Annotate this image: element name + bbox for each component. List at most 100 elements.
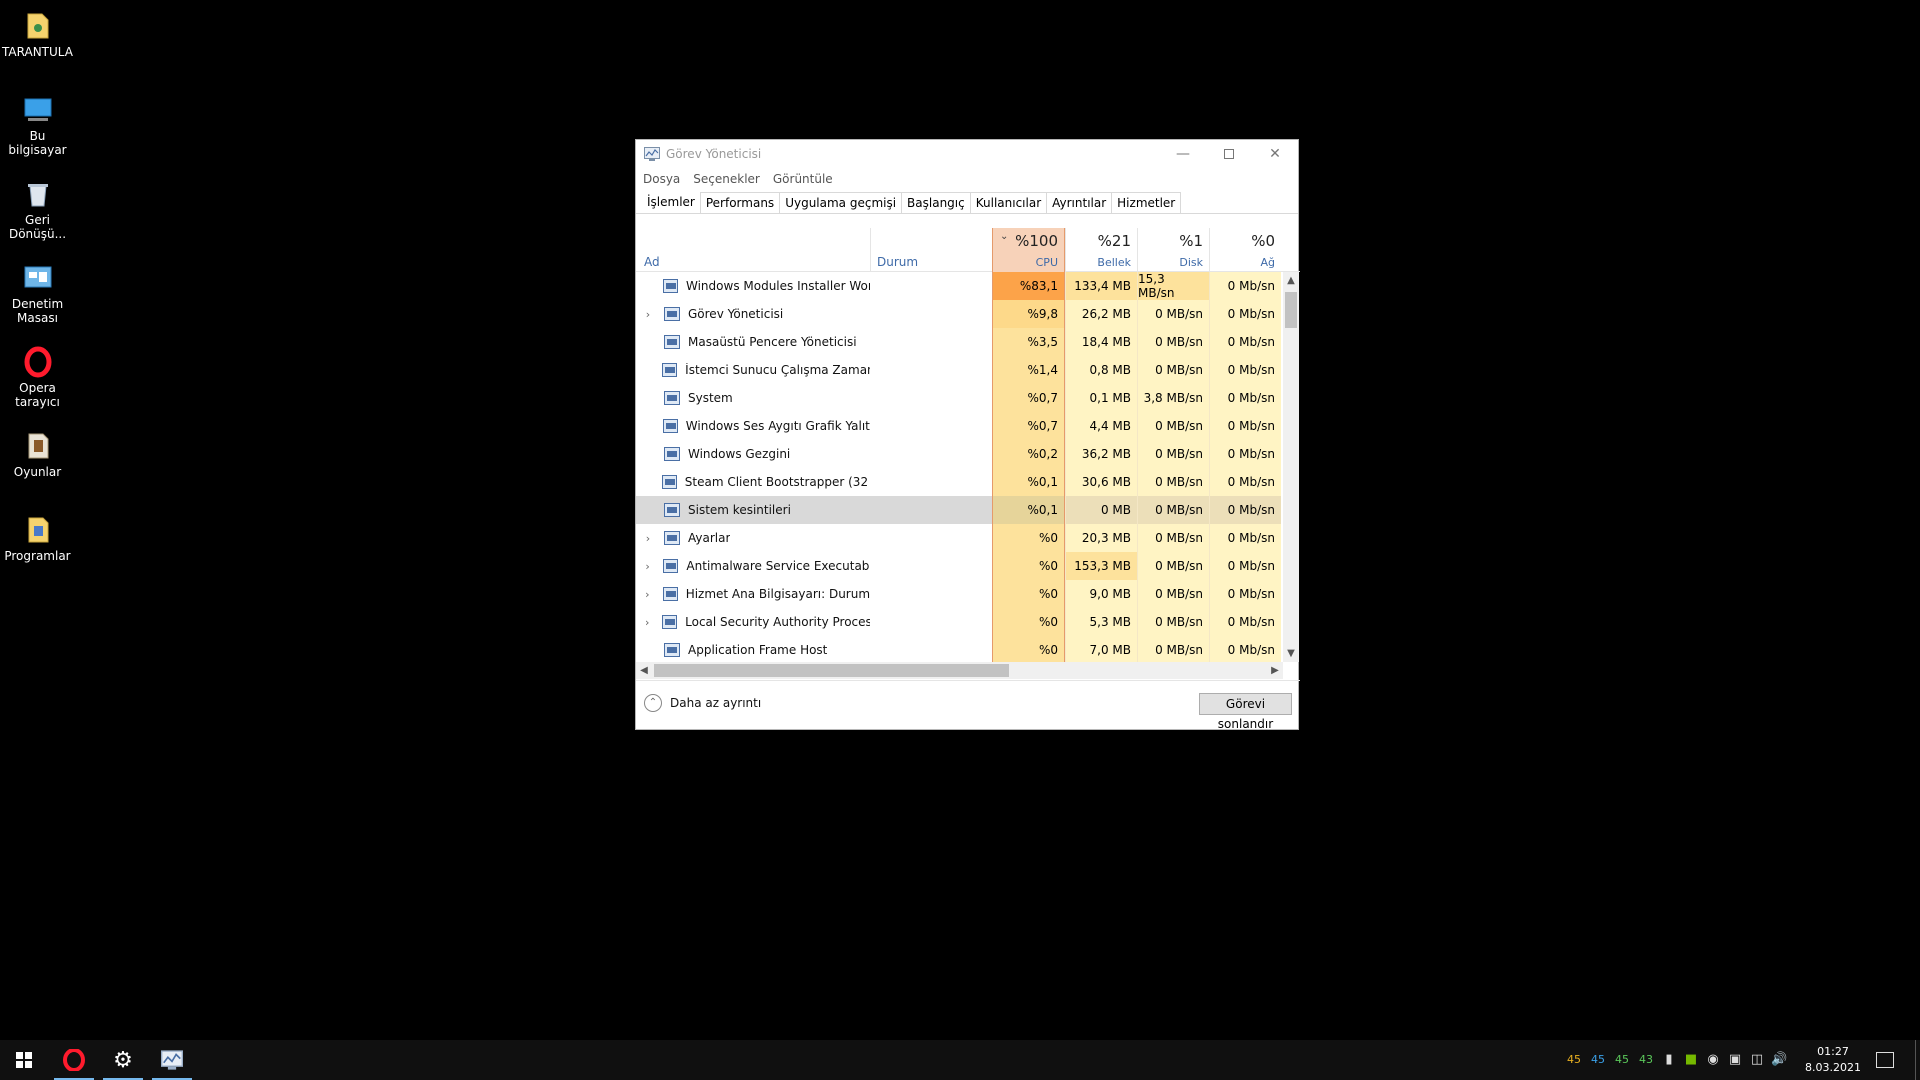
tab-startup[interactable]: Başlangıç: [901, 192, 971, 213]
desktop-icon[interactable]: TARANTULA: [0, 10, 75, 59]
scroll-down-icon[interactable]: ▼: [1283, 645, 1299, 662]
recycle-bin-icon: [22, 178, 54, 210]
menu-view[interactable]: Görüntüle: [773, 172, 833, 186]
notifications-icon[interactable]: [1876, 1052, 1894, 1068]
scroll-thumb[interactable]: [1285, 292, 1297, 328]
desktop-icon[interactable]: Oyunlar: [0, 430, 75, 479]
process-cpu-cell: %0: [992, 552, 1065, 580]
window-icon: [662, 279, 678, 293]
steam-icon[interactable]: ◉: [1705, 1052, 1721, 1068]
process-row[interactable]: › Antimalware Service Executable %0 153,3 M…: [636, 552, 1283, 580]
scroll-right-icon[interactable]: ▶: [1267, 662, 1283, 679]
process-name-cell: › Antimalware Service Executable: [636, 552, 870, 580]
network-icon[interactable]: ◫: [1749, 1052, 1765, 1068]
horizontal-scrollbar[interactable]: ◀ ▶: [636, 662, 1283, 679]
tab-performance[interactable]: Performans: [699, 192, 781, 213]
process-memory-cell: 30,6 MB: [1065, 468, 1137, 496]
scroll-up-icon[interactable]: ▲: [1283, 272, 1299, 289]
volume-icon[interactable]: 🔊: [1771, 1052, 1787, 1068]
process-cpu-cell: %0,2: [992, 440, 1065, 468]
taskbar-settings[interactable]: ⚙: [99, 1040, 147, 1080]
desktop-icon[interactable]: Bu bilgisayar: [0, 94, 75, 157]
start-button[interactable]: [0, 1040, 48, 1080]
window-icon: [664, 643, 680, 657]
expand-chevron-icon[interactable]: ›: [640, 616, 654, 629]
process-row[interactable]: › Local Security Authority Process... %0 5,…: [636, 608, 1283, 636]
tray-temp-1[interactable]: 45: [1567, 1053, 1581, 1066]
desktop-icon[interactable]: Opera tarayıcı: [0, 346, 75, 409]
process-cpu-cell: %9,8: [992, 300, 1065, 328]
process-name: Görev Yöneticisi: [688, 307, 784, 321]
taskbar-opera[interactable]: [50, 1040, 98, 1080]
desktop-icon[interactable]: Geri Dönüşü...: [0, 178, 75, 241]
maximize-icon: [1224, 149, 1234, 159]
column-disk[interactable]: %1 Disk: [1137, 228, 1209, 272]
vertical-scrollbar[interactable]: ▲ ▼: [1283, 272, 1299, 662]
nvidia-icon[interactable]: ■: [1683, 1052, 1699, 1068]
usb-icon[interactable]: ▮: [1661, 1052, 1677, 1068]
process-row[interactable]: Windows Gezgini %0,2 36,2 MB 0 MB/sn 0 Mb/sn: [636, 440, 1283, 468]
column-network[interactable]: %0 Ağ: [1209, 228, 1281, 272]
tab-app-history[interactable]: Uygulama geçmişi: [779, 192, 903, 213]
steam-icon: [662, 475, 677, 489]
process-row[interactable]: System %0,7 0,1 MB 3,8 MB/sn 0 Mb/sn: [636, 384, 1283, 412]
column-memory[interactable]: %21 Bellek: [1065, 228, 1137, 272]
tray-temp-4[interactable]: 43: [1639, 1053, 1653, 1066]
desktop-icon-label: Denetim Masası: [11, 297, 64, 325]
window-icon: [663, 559, 679, 573]
process-name-cell: Windows Ses Aygıtı Grafik Yalıtı...: [636, 412, 870, 440]
expand-chevron-icon[interactable]: ›: [640, 308, 656, 321]
process-name-cell: System: [636, 384, 870, 412]
menu-options[interactable]: Seçenekler: [693, 172, 760, 186]
fewer-details-button[interactable]: ⌃ Daha az ayrıntı: [644, 694, 761, 712]
process-row[interactable]: Steam Client Bootstrapper (32 bit) %0,130…: [636, 468, 1283, 496]
process-row[interactable]: Sistem kesintileri %0,1 0 MB 0 MB/sn 0 Mb/sn: [636, 496, 1283, 524]
column-cpu[interactable]: ⌄ %100 CPU: [992, 228, 1065, 272]
process-name-cell: Sistem kesintileri: [636, 496, 870, 524]
expand-chevron-icon[interactable]: ›: [640, 588, 655, 601]
process-row[interactable]: İstemci Sunucu Çalışma Zamanı... %1,4 0,8 …: [636, 356, 1283, 384]
process-disk-cell: 0 MB/sn: [1137, 580, 1209, 608]
tab-users[interactable]: Kullanıcılar: [969, 192, 1048, 213]
minimize-button[interactable]: —: [1160, 140, 1206, 168]
process-row[interactable]: Masaüstü Pencere Yöneticisi %3,5 18,4 MB 0 …: [636, 328, 1283, 356]
clock[interactable]: 01:27 8.03.2021: [1805, 1044, 1861, 1076]
process-row[interactable]: Windows Ses Aygıtı Grafik Yalıtı... %0,7 4…: [636, 412, 1283, 440]
task-manager-icon: [664, 307, 680, 321]
menu-bar: Dosya Seçenekler Görüntüle: [636, 168, 1298, 190]
desktop-icon[interactable]: Denetim Masası: [0, 262, 75, 325]
desktop-icon-label: Programlar: [4, 549, 71, 563]
maximize-button[interactable]: [1206, 140, 1252, 168]
window-icon: [662, 615, 678, 629]
taskbar-task-manager[interactable]: [148, 1040, 196, 1080]
games-folder-icon: [22, 430, 54, 462]
webcam-icon[interactable]: ▣: [1727, 1052, 1743, 1068]
expand-chevron-icon[interactable]: ›: [640, 560, 655, 573]
tray-temp-2[interactable]: 45: [1591, 1053, 1605, 1066]
process-network-cell: 0 Mb/sn: [1209, 636, 1281, 662]
scroll-left-icon[interactable]: ◀: [636, 662, 652, 679]
process-row[interactable]: Application Frame Host %0 7,0 MB 0 MB/sn 0 M…: [636, 636, 1283, 662]
process-disk-cell: 0 MB/sn: [1137, 552, 1209, 580]
process-row[interactable]: › Ayarlar %0 20,3 MB 0 MB/sn 0 Mb/sn: [636, 524, 1283, 552]
close-button[interactable]: ✕: [1252, 140, 1298, 168]
process-row[interactable]: › Görev Yöneticisi %9,8 26,2 MB 0 MB/sn 0 Mb/…: [636, 300, 1283, 328]
settings-icon: [664, 531, 680, 545]
tab-processes[interactable]: İşlemler: [641, 190, 701, 213]
process-row[interactable]: Windows Modules Installer Wor... %83,1 133…: [636, 272, 1283, 300]
process-row[interactable]: › Hizmet Ana Bilgisayarı: Durum ... %0 9,0 …: [636, 580, 1283, 608]
end-task-button[interactable]: Görevi sonlandır: [1199, 693, 1292, 731]
show-desktop-button[interactable]: [1915, 1040, 1920, 1080]
hscroll-thumb[interactable]: [654, 664, 1009, 677]
menu-file[interactable]: Dosya: [643, 172, 680, 186]
desktop-icon-label: Geri Dönüşü...: [8, 213, 67, 241]
expand-chevron-icon[interactable]: ›: [640, 532, 656, 545]
column-name[interactable]: Ad: [636, 228, 870, 272]
desktop-icon[interactable]: Programlar: [0, 514, 75, 563]
process-name-cell: › Görev Yöneticisi: [636, 300, 870, 328]
process-name: Sistem kesintileri: [688, 503, 791, 517]
tab-services[interactable]: Hizmetler: [1111, 192, 1182, 213]
tray-temp-3[interactable]: 45: [1615, 1053, 1629, 1066]
tab-details[interactable]: Ayrıntılar: [1046, 192, 1113, 213]
column-status[interactable]: Durum: [870, 228, 992, 272]
